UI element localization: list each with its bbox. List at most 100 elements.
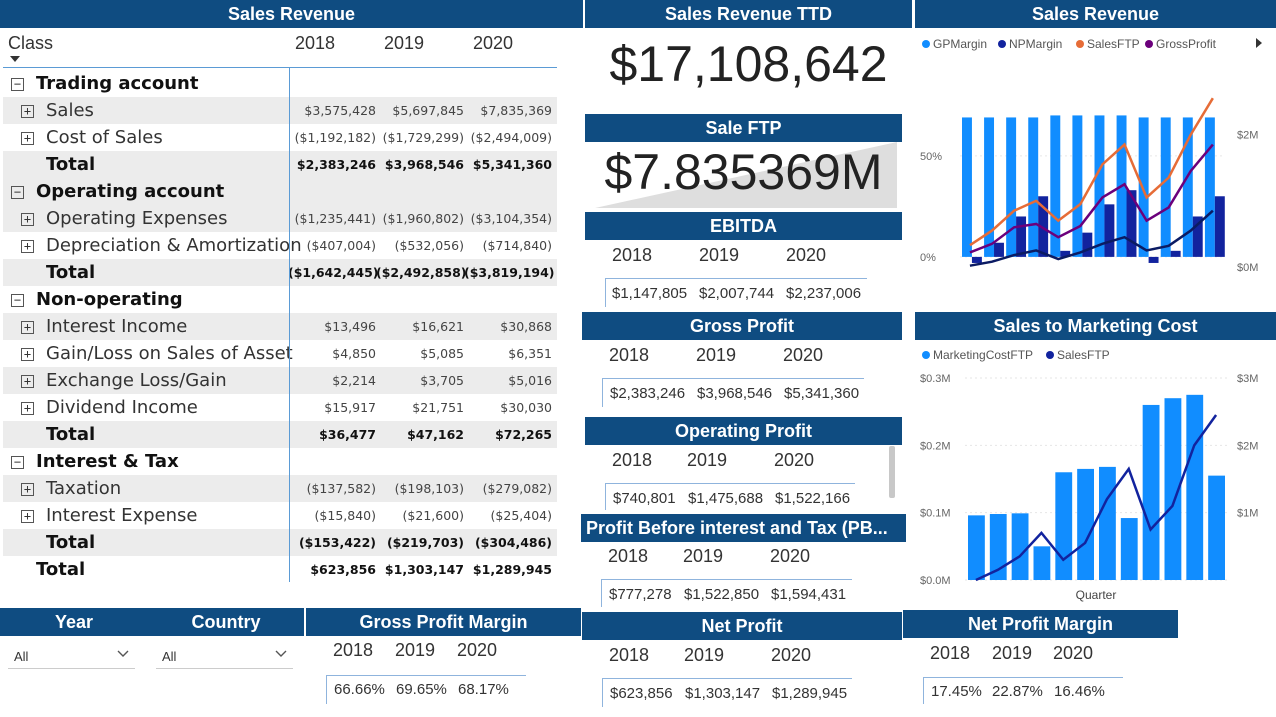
collapse-icon[interactable]: − [11,456,24,469]
legend-dot [1046,351,1054,359]
cell-2019: $5,697,845 [392,103,464,118]
country-dropdown-value: All [162,649,177,664]
row-label: Dividend Income [46,397,198,418]
item-row[interactable]: + Depreciation & Amortization ($407,004) ($… [3,232,557,259]
legend-salesftp-2[interactable]: SalesFTP [1046,348,1110,362]
legend-salesftp[interactable]: SalesFTP [1076,37,1140,51]
item-row[interactable]: + Operating Expenses ($1,235,441) ($1,960,8… [3,205,557,232]
pbit-value-2018: $777,278 [609,586,672,603]
row-label: Gain/Loss on Sales of Asset [46,343,293,364]
net-profit-title: Net Profit [582,612,902,640]
operating-profit-value-2019: $1,475,688 [688,490,764,507]
expand-icon[interactable]: + [21,483,34,496]
cell-2019: $16,621 [412,319,464,334]
cell-2020: $30,868 [500,319,552,334]
y-tick-left: 50% [920,151,942,163]
expand-icon[interactable]: + [21,213,34,226]
expand-icon[interactable]: + [21,105,34,118]
bar-npmargin [1104,204,1115,257]
item-row[interactable]: + Dividend Income $15,917 $21,751 $30,030 [3,394,557,421]
item-row[interactable]: + Cost of Sales ($1,192,182) ($1,729,299) ($… [3,124,557,151]
item-row[interactable]: + Interest Income $13,496 $16,621 $30,868 [3,313,557,340]
collapse-icon[interactable]: − [11,78,24,91]
ebitda-left-line [605,279,606,307]
legend-dot [998,40,1006,48]
expand-icon[interactable]: + [21,510,34,523]
npm-left-line [923,678,924,704]
item-row[interactable]: + Taxation ($137,582) ($198,103) ($279,082) [3,475,557,502]
bar-gpmargin [962,117,972,257]
sales-marketing-chart[interactable]: $0.3M $0.2M $0.1M $0.0M $3M $2M $1M Quarter [915,365,1276,605]
country-dropdown[interactable]: All [156,643,293,669]
pbit-left-line [601,580,602,607]
cell-2020: $72,265 [495,427,552,442]
pbit-value-2019: $1,522,850 [684,586,760,603]
gpm-value-2020: 68.17% [458,681,509,698]
bar-marketingcostftp [1099,466,1116,580]
total-row[interactable]: Total ($1,642,445) ($2,492,858) ($3,819,194… [3,259,557,286]
expand-icon[interactable]: + [21,132,34,145]
bar-marketingcostftp [1186,394,1204,580]
gross-profit-value-2020: $5,341,360 [784,385,860,402]
legend-gpmargin[interactable]: GPMargin [922,37,987,51]
collapse-icon[interactable]: − [11,294,24,307]
ttd-value: $17,108,642 [609,36,888,92]
collapse-icon[interactable]: − [11,186,24,199]
class-header[interactable]: Class [8,33,53,54]
net-profit-left-line [602,679,603,707]
gpm-value-2018: 66.66% [334,681,385,698]
legend-npmargin[interactable]: NPMargin [998,37,1062,51]
group-row[interactable]: − Operating account [3,178,557,205]
cell-2020: $30,030 [500,400,552,415]
bar-gpmargin [1094,115,1105,257]
legend-grossprofit[interactable]: GrossProfit [1145,37,1216,51]
sort-arrow-icon[interactable] [10,56,20,62]
cell-2019: $3,705 [420,373,464,388]
total-row[interactable]: Total ($153,422) ($219,703) ($304,486) [3,529,557,556]
bar-marketingcostftp [968,515,985,580]
cell-2018: ($1,192,182) [294,130,376,145]
sales-revenue-chart-title: Sales Revenue [915,0,1276,28]
legend-marketingcostftp[interactable]: MarketingCostFTP [922,348,1033,362]
gross-profit-year-2020: 2020 [783,345,824,365]
expand-icon[interactable]: + [21,321,34,334]
row-label: Total [46,262,96,283]
pbit-title: Profit Before interest and Tax (PB... [581,514,906,542]
y-tick-right: $2M [1237,440,1258,452]
operating-profit-scrollbar[interactable] [889,446,895,498]
group-row[interactable]: − Trading account [3,70,557,97]
item-row[interactable]: + Interest Expense ($15,840) ($21,600) ($25,… [3,502,557,529]
group-row[interactable]: − Interest & Tax [3,448,557,475]
cell-2018: $4,850 [332,346,376,361]
year-dropdown[interactable]: All [8,643,135,669]
bar-marketingcostftp [1077,468,1094,580]
sales-revenue-chart[interactable]: 50% 0% $2M $0M [915,55,1276,285]
bar-gpmargin [1006,117,1017,257]
y-tick-right: $2M [1237,130,1258,142]
cell-2018: ($1,642,445) [288,265,379,280]
year-header-2019[interactable]: 2019 [384,33,424,54]
item-row[interactable]: + Sales $3,575,428 $5,697,845 $7,835,369 [3,97,557,124]
cell-2018: ($1,235,441) [294,211,376,226]
y-tick-left: $0.3M [920,373,951,385]
gpm-value-2019: 69.65% [396,681,447,698]
expand-icon[interactable]: + [21,402,34,415]
legend-label: NPMargin [1009,37,1063,51]
year-header-2018[interactable]: 2018 [295,33,335,54]
item-row[interactable]: + Exchange Loss/Gain $2,214 $3,705 $5,016 [3,367,557,394]
group-row[interactable]: − Non-operating [3,286,557,313]
expand-icon[interactable]: + [21,375,34,388]
operating-profit-value-2018: $740,801 [613,490,676,507]
row-label: Non-operating [36,289,183,310]
year-header-2020[interactable]: 2020 [473,33,513,54]
expand-icon[interactable]: + [21,240,34,253]
total-row[interactable]: Total $36,477 $47,162 $72,265 [3,421,557,448]
total-row[interactable]: Total $623,856 $1,303,147 $1,289,945 [3,556,557,583]
item-row[interactable]: + Gain/Loss on Sales of Asset $4,850 $5,085… [3,340,557,367]
expand-icon[interactable]: + [21,348,34,361]
sales-marketing-chart-title: Sales to Marketing Cost [915,312,1276,340]
total-row[interactable]: Total $2,383,246 $3,968,546 $5,341,360 [3,151,557,178]
legend-next-icon[interactable] [1255,38,1263,48]
pbit-year-2018: 2018 [608,546,649,566]
npm-title: Net Profit Margin [903,610,1178,638]
